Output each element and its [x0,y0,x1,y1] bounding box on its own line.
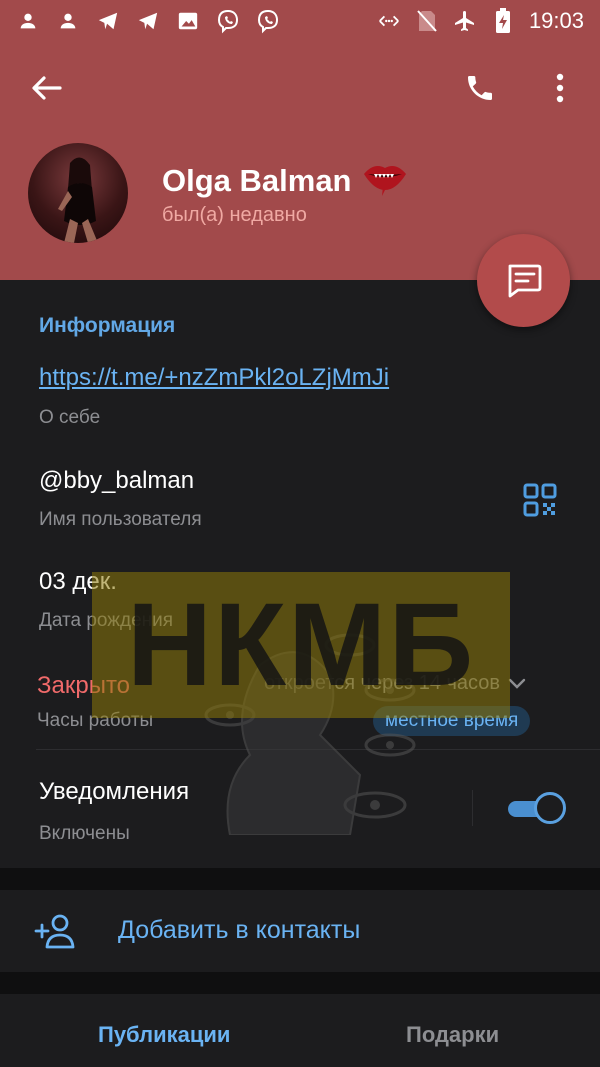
section-gap [0,972,600,994]
info-section: Информация https://t.me/+nzZmPkl2oLZjMmJ… [0,280,600,868]
business-hours-label: Часы работы [37,710,154,731]
arrow-left-icon [32,76,62,100]
message-icon [508,264,541,297]
airplane-icon [453,9,477,33]
more-vertical-icon [556,73,564,103]
notifications-toggle[interactable] [508,792,566,826]
person-icon [56,9,80,33]
profile-tabs: Публикации Подарки [0,994,600,1067]
profile-status: был(а) недавно [162,204,307,226]
lips-icon [362,158,408,203]
qr-code-icon [523,483,557,517]
section-title-info: Информация [39,314,176,337]
image-icon [176,9,200,33]
birthday-label: Дата рождения [39,610,174,631]
no-sim-icon [415,9,439,33]
tab-gifts[interactable]: Подарки [406,1022,499,1048]
viber-icon [256,9,280,34]
viber-icon [216,9,240,34]
profile-name-row: Olga Balman [162,158,408,203]
add-contact-label: Добавить в контакты [118,916,361,944]
vertical-divider [472,790,473,826]
telegram-icon [136,9,160,33]
telegram-icon [96,9,120,33]
add-contact-button[interactable]: Добавить в контакты [0,890,600,972]
profile-link-row[interactable]: https://t.me/+nzZmPkl2oLZjMmJi [39,364,389,392]
status-time: 19:03 [528,8,584,33]
back-button[interactable] [24,68,68,108]
business-hours-status[interactable]: Закрыто [37,672,130,700]
battery-charging-icon [491,8,515,33]
tab-publications[interactable]: Публикации [98,1022,230,1048]
profile-name: Olga Balman [162,162,352,198]
username-value[interactable]: @bby_balman [39,467,194,495]
section-gap [0,868,600,890]
more-options-button[interactable] [538,68,582,108]
username-label: Имя пользователя [39,509,202,530]
call-button[interactable] [458,68,502,108]
qr-code-button[interactable] [520,480,560,520]
data-saver-icon [377,9,401,33]
chevron-down-icon [508,678,526,689]
notifications-title[interactable]: Уведомления [39,778,189,806]
profile-link-label: О себе [39,407,101,428]
person-icon [16,9,40,33]
notifications-status: Включены [39,823,130,844]
birthday-value: 03 дек. [39,568,117,595]
avatar[interactable] [28,143,128,243]
profile-link[interactable]: https://t.me/+nzZmPkl2oLZjMmJi [39,364,389,391]
message-button[interactable] [477,234,570,327]
toolbar [0,56,600,120]
background-art [204,633,416,835]
phone-icon [468,76,492,100]
status-bar: 19:03 [0,0,600,42]
add-person-icon [34,912,76,950]
